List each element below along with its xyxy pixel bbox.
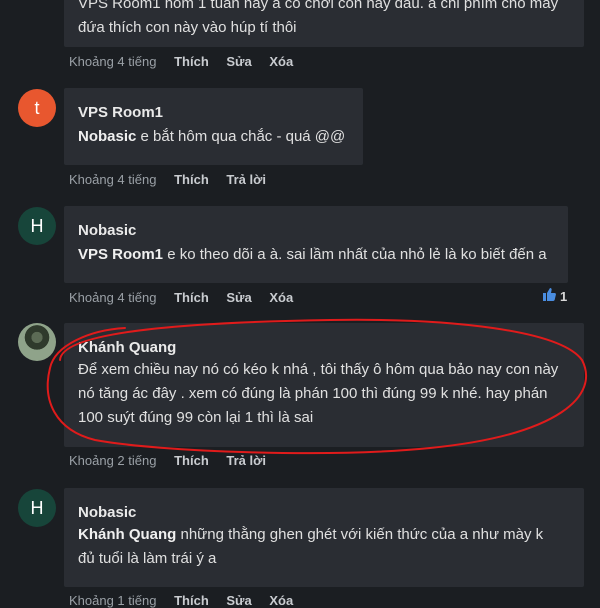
- timestamp: Khoảng 4 tiếng: [69, 290, 157, 305]
- comment-text: Để xem chiều nay nó có kéo k nhá , tôi t…: [78, 361, 559, 426]
- timestamp: Khoảng 2 tiếng: [69, 453, 157, 468]
- comment-text: Khánh Quang những thằng ghen ghét với ki…: [78, 526, 544, 567]
- timestamp: Khoảng 4 tiếng: [69, 54, 157, 69]
- delete-link[interactable]: Xóa: [269, 593, 293, 608]
- comment-bubble: VPS Room1 Nobasic e bắt hôm qua chắc - q…: [64, 88, 363, 165]
- avatar[interactable]: H: [18, 207, 56, 245]
- like-link[interactable]: Thích: [174, 453, 209, 468]
- delete-link[interactable]: Xóa: [269, 54, 293, 69]
- comment-bubble: Nobasic Khánh Quang những thằng ghen ghé…: [64, 488, 584, 587]
- like-link[interactable]: Thích: [174, 290, 209, 305]
- comment-meta: Khoảng 2 tiếng Thích Trả lời: [69, 453, 266, 468]
- edit-link[interactable]: Sửa: [226, 593, 251, 608]
- timestamp: Khoảng 4 tiếng: [69, 172, 157, 187]
- timestamp: Khoảng 1 tiếng: [69, 593, 157, 608]
- comment-text: VPS Room1 e ko theo dõi a à. sai lầm nhấ…: [78, 246, 547, 263]
- mention[interactable]: Khánh Quang: [78, 526, 176, 543]
- like-link[interactable]: Thích: [174, 172, 209, 187]
- avatar[interactable]: [18, 323, 56, 361]
- comment-author[interactable]: Khánh Quang: [78, 339, 570, 356]
- comment-meta: Khoảng 4 tiếng Thích Sửa Xóa: [69, 54, 293, 69]
- like-count[interactable]: 1: [542, 288, 567, 304]
- comment-meta: Khoảng 1 tiếng Thích Sửa Xóa: [69, 593, 293, 608]
- comment-meta: Khoảng 4 tiếng Thích Trả lời: [69, 172, 266, 187]
- avatar[interactable]: t: [18, 89, 56, 127]
- comment-bubble: Nobasic VPS Room1 e ko theo dõi a à. sai…: [64, 206, 568, 283]
- comment-bubble: VPS Room1 hôm 1 tuần nay a cố chơi con n…: [64, 0, 584, 47]
- thumbs-up-icon: [542, 288, 556, 304]
- mention[interactable]: Nobasic: [78, 128, 136, 145]
- edit-link[interactable]: Sửa: [226, 54, 251, 69]
- avatar[interactable]: H: [18, 489, 56, 527]
- reply-link[interactable]: Trả lời: [226, 453, 266, 468]
- like-link[interactable]: Thích: [174, 54, 209, 69]
- comment-meta: Khoảng 4 tiếng Thích Sửa Xóa: [69, 290, 293, 305]
- delete-link[interactable]: Xóa: [269, 290, 293, 305]
- reply-link[interactable]: Trả lời: [226, 172, 266, 187]
- mention[interactable]: VPS Room1: [78, 246, 163, 263]
- comment-bubble: Khánh Quang Để xem chiều nay nó có kéo k…: [64, 323, 584, 447]
- like-number: 1: [560, 288, 568, 304]
- comment-text: VPS Room1 hôm 1 tuần nay a cố chơi con n…: [78, 0, 559, 36]
- comment-author[interactable]: Nobasic: [78, 504, 570, 521]
- like-link[interactable]: Thích: [174, 593, 209, 608]
- comment-author[interactable]: Nobasic: [78, 222, 554, 239]
- comment-text: Nobasic e bắt hôm qua chắc - quá @@: [78, 128, 346, 145]
- comment-author[interactable]: VPS Room1: [78, 104, 349, 121]
- edit-link[interactable]: Sửa: [226, 290, 251, 305]
